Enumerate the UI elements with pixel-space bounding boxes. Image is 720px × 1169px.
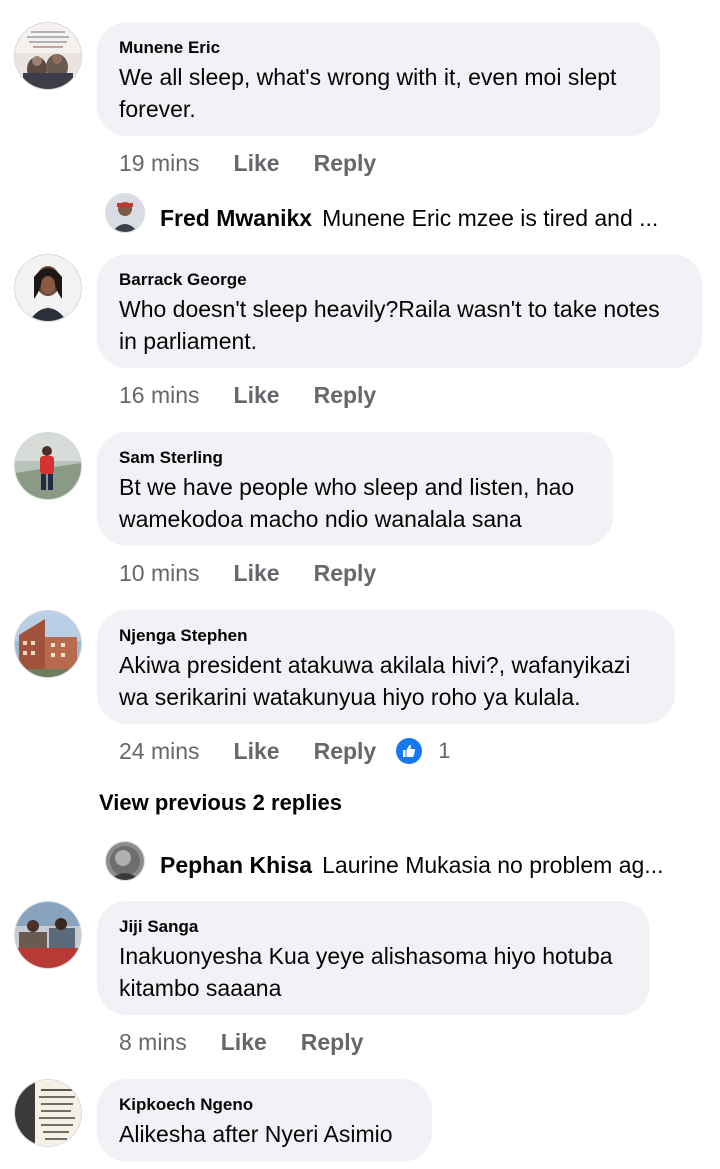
comment-actions: 19 mins Like Reply xyxy=(119,147,410,179)
reaction-count: 1 xyxy=(438,738,451,763)
avatar-fred-mwanikx[interactable] xyxy=(106,194,144,232)
comment-timestamp[interactable]: 16 mins xyxy=(119,382,200,409)
comment-author[interactable]: Njenga Stephen xyxy=(119,626,653,646)
avatar-sam-sterling[interactable] xyxy=(15,433,81,499)
comment-text: Bt we have people who sleep and listen, … xyxy=(119,474,575,532)
comment-timestamp[interactable]: 19 mins xyxy=(119,150,200,177)
avatar-barrack-george[interactable] xyxy=(15,255,81,321)
avatar-jiji-sanga[interactable] xyxy=(15,902,81,968)
comment-bubble: Kipkoech Ngeno Alikesha after Nyeri Asim… xyxy=(97,1079,432,1162)
view-previous-replies-link[interactable]: View previous 2 replies xyxy=(99,790,342,816)
reply-author: Pephan Khisa xyxy=(160,852,313,878)
comment-text: We all sleep, what's wrong with it, even… xyxy=(119,64,617,122)
comment-author[interactable]: Kipkoech Ngeno xyxy=(119,1095,410,1115)
reply-text: Laurine Mukasia no problem ag... xyxy=(322,852,664,878)
comment-author[interactable]: Munene Eric xyxy=(119,38,638,58)
comment-author[interactable]: Barrack George xyxy=(119,270,680,290)
comment-actions: 8 mins Like Reply xyxy=(119,1026,397,1058)
avatar-njenga-stephen[interactable] xyxy=(15,611,81,677)
reply-button[interactable]: Reply xyxy=(314,560,377,587)
reply-author: Fred Mwanikx xyxy=(160,205,313,231)
reaction-summary[interactable]: 1 xyxy=(396,738,450,764)
comment-author[interactable]: Sam Sterling xyxy=(119,448,591,468)
avatar-pephan-khisa[interactable] xyxy=(106,842,144,880)
comment-text: Who doesn't sleep heavily?Raila wasn't t… xyxy=(119,296,660,354)
avatar-munene-eric[interactable] xyxy=(15,23,81,89)
reply-preview[interactable]: Pephan Khisa Laurine Mukasia no problem a… xyxy=(160,850,672,880)
comment-timestamp[interactable]: 8 mins xyxy=(119,1029,187,1056)
reply-button[interactable]: Reply xyxy=(314,150,377,177)
comment-bubble: Barrack George Who doesn't sleep heavily… xyxy=(97,254,702,368)
comment-timestamp[interactable]: 10 mins xyxy=(119,560,200,587)
like-button[interactable]: Like xyxy=(221,1029,267,1056)
comment-actions: 16 mins Like Reply xyxy=(119,379,410,411)
comment-bubble: Njenga Stephen Akiwa president atakuwa a… xyxy=(97,610,675,724)
like-button[interactable]: Like xyxy=(234,150,280,177)
like-button[interactable]: Like xyxy=(234,382,280,409)
reply-preview[interactable]: Fred Mwanikx Munene Eric mzee is tired an… xyxy=(160,203,672,233)
thumbs-up-icon xyxy=(396,738,423,764)
like-button[interactable]: Like xyxy=(234,560,280,587)
comment-actions: 10 mins Like Reply xyxy=(119,557,410,589)
comment-bubble: Sam Sterling Bt we have people who sleep… xyxy=(97,432,613,546)
reply-button[interactable]: Reply xyxy=(314,382,377,409)
comment-bubble: Munene Eric We all sleep, what's wrong w… xyxy=(97,22,660,136)
reply-text: Munene Eric mzee is tired and ... xyxy=(322,205,659,231)
reply-button[interactable]: Reply xyxy=(314,738,377,765)
like-button[interactable]: Like xyxy=(234,738,280,765)
comment-author[interactable]: Jiji Sanga xyxy=(119,917,628,937)
comment-timestamp[interactable]: 24 mins xyxy=(119,738,200,765)
reply-button[interactable]: Reply xyxy=(301,1029,364,1056)
comment-text: Inakuonyesha Kua yeye alishasoma hiyo ho… xyxy=(119,943,613,1001)
comment-text: Alikesha after Nyeri Asimio xyxy=(119,1121,393,1147)
avatar-kipkoech-ngeno[interactable] xyxy=(15,1080,81,1146)
comment-bubble: Jiji Sanga Inakuonyesha Kua yeye alishas… xyxy=(97,901,650,1015)
comment-actions: 24 mins Like Reply 1 xyxy=(119,735,450,767)
comment-text: Akiwa president atakuwa akilala hivi?, w… xyxy=(119,652,631,710)
